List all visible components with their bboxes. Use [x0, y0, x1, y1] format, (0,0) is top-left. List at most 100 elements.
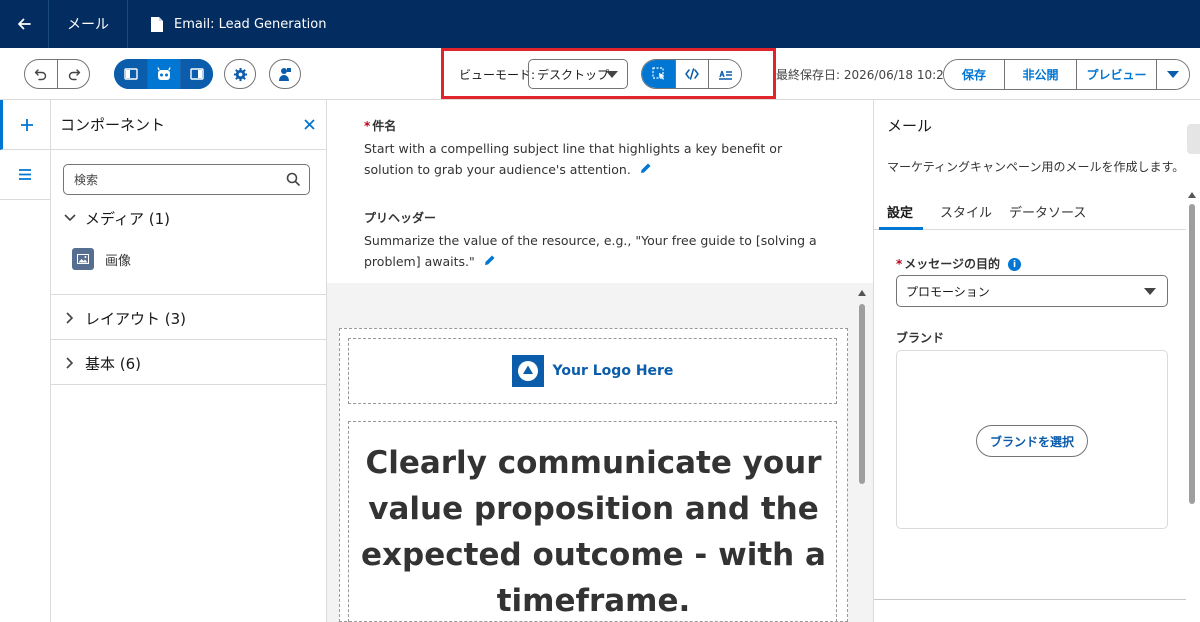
- canvas-scrollbar[interactable]: [857, 290, 867, 622]
- components-title: コンポーネント: [60, 116, 166, 134]
- last-saved-text: 最終保存日: 2026/06/18 10:28: [776, 68, 952, 82]
- image-component-label: 画像: [105, 253, 132, 269]
- close-panel-button[interactable]: [303, 117, 316, 135]
- preview-button[interactable]: プレビュー: [1076, 60, 1156, 89]
- text-editor-button[interactable]: [708, 60, 741, 88]
- top-bar: メール Email: Lead Generation: [0, 0, 1200, 48]
- structure-tab[interactable]: [0, 150, 50, 200]
- divider: [127, 0, 128, 48]
- tab-style[interactable]: スタイル: [940, 202, 992, 221]
- right-panel-toggle-button[interactable]: [180, 59, 213, 89]
- logo-icon: [511, 355, 544, 387]
- left-panel-icon: [123, 68, 138, 80]
- gear-icon: [233, 67, 247, 81]
- collapse-panel-handle[interactable]: [1187, 124, 1200, 154]
- caret-down-icon: [1144, 288, 1156, 295]
- view-mode-select[interactable]: デスクトップ: [528, 59, 628, 89]
- agent-button[interactable]: [147, 59, 180, 89]
- tab-settings[interactable]: 設定: [887, 202, 913, 221]
- document-icon: [150, 16, 164, 33]
- search-placeholder: 検索: [74, 173, 99, 187]
- scrollbar-thumb[interactable]: [1189, 204, 1195, 504]
- left-panel-toggle-button[interactable]: [114, 59, 147, 89]
- subject-text: Start with a compelling subject line tha…: [364, 141, 783, 177]
- save-button[interactable]: 保存: [944, 60, 1004, 89]
- email-meta-fields: * 件名 Start with a compelling subject line…: [327, 100, 873, 283]
- scroll-up-icon[interactable]: [1188, 192, 1196, 198]
- component-search-input[interactable]: 検索: [63, 164, 310, 195]
- layout-section-toggle[interactable]: レイアウト (3): [51, 306, 327, 330]
- code-icon: [685, 68, 699, 80]
- basic-section-label: 基本 (6): [85, 354, 142, 373]
- action-button-group: 保存 非公開 プレビュー: [943, 59, 1190, 90]
- brand-label: ブランド: [896, 331, 945, 345]
- components-header: コンポーネント: [51, 100, 326, 150]
- active-tab-indicator: [879, 227, 923, 230]
- undo-button[interactable]: [25, 60, 57, 88]
- settings-button[interactable]: [224, 59, 256, 89]
- media-section-toggle[interactable]: メディア (1): [51, 206, 327, 230]
- divider: [51, 384, 327, 385]
- chevron-right-icon: [55, 357, 85, 369]
- editor-mode-group: [641, 59, 742, 89]
- unpublish-button[interactable]: 非公開: [1004, 60, 1076, 89]
- panel-tabs: 設定 スタイル データソース: [874, 196, 1186, 230]
- back-button[interactable]: [0, 0, 48, 48]
- tab-data-source[interactable]: データソース: [1009, 202, 1086, 221]
- search-icon: [286, 172, 301, 190]
- purpose-select[interactable]: プロモーション: [896, 275, 1168, 307]
- subject-label: * 件名: [364, 119, 397, 133]
- preheader-label: プリヘッダー: [364, 211, 437, 225]
- app-title: メール: [67, 17, 109, 33]
- hero-text-block[interactable]: Clearly communicate your value propositi…: [348, 421, 837, 622]
- chevron-right-icon: [55, 312, 85, 324]
- select-brand-button[interactable]: ブランドを選択: [976, 425, 1088, 457]
- personalization-button[interactable]: [269, 59, 301, 89]
- panel-title: メール: [887, 117, 933, 135]
- list-icon: [19, 169, 31, 180]
- info-icon[interactable]: i: [1008, 258, 1022, 271]
- redo-button[interactable]: [57, 60, 89, 88]
- caret-down-icon: [606, 71, 618, 78]
- divider: [874, 599, 1186, 600]
- purpose-value: プロモーション: [906, 284, 990, 299]
- arrow-left-icon: [18, 18, 31, 30]
- text-align-icon: [718, 70, 732, 80]
- plus-icon: [20, 118, 33, 131]
- image-component-item[interactable]: 画像: [72, 248, 131, 270]
- close-icon: [304, 119, 315, 130]
- pencil-icon[interactable]: [639, 160, 652, 181]
- user-puzzle-icon: [279, 67, 291, 81]
- more-actions-button[interactable]: [1156, 60, 1189, 89]
- brand-selection-box: ブランドを選択: [896, 350, 1168, 529]
- divider: [51, 294, 327, 295]
- image-icon: [72, 248, 94, 270]
- left-rail: [0, 100, 51, 622]
- preheader-text: Summarize the value of the resource, e.g…: [364, 233, 817, 269]
- add-components-tab[interactable]: [0, 100, 50, 150]
- right-panel-icon: [190, 68, 204, 80]
- panel-scrollbar[interactable]: [1187, 192, 1197, 622]
- components-panel: コンポーネント 検索 メディア (1) 画像 レイアウト (3) 基本 (6): [51, 100, 327, 622]
- caret-down-icon: [1167, 70, 1179, 78]
- robot-icon: [157, 67, 171, 80]
- subject-field[interactable]: Start with a compelling subject line tha…: [364, 138, 834, 181]
- basic-section-toggle[interactable]: 基本 (6): [51, 351, 327, 375]
- purpose-label: * メッセージの目的 i: [896, 255, 1022, 272]
- logo-block[interactable]: Your Logo Here: [348, 338, 837, 404]
- document-title: Email: Lead Generation: [174, 16, 327, 32]
- panel-toggle-group: [114, 59, 213, 89]
- visual-editor-button[interactable]: [642, 60, 675, 88]
- hero-headline: Clearly communicate your value propositi…: [361, 445, 826, 619]
- view-mode-label: ビューモード:: [459, 68, 536, 82]
- redo-icon: [68, 69, 80, 81]
- scroll-up-icon[interactable]: [858, 290, 866, 296]
- code-editor-button[interactable]: [675, 60, 708, 88]
- scrollbar-thumb[interactable]: [859, 304, 865, 484]
- preheader-field[interactable]: Summarize the value of the resource, e.g…: [364, 230, 834, 273]
- panel-description: マーケティングキャンペーン用のメールを作成します。: [887, 160, 1185, 174]
- select-cursor-icon: [651, 67, 664, 80]
- pencil-icon[interactable]: [483, 252, 496, 273]
- divider: [51, 339, 327, 340]
- undo-icon: [34, 69, 47, 81]
